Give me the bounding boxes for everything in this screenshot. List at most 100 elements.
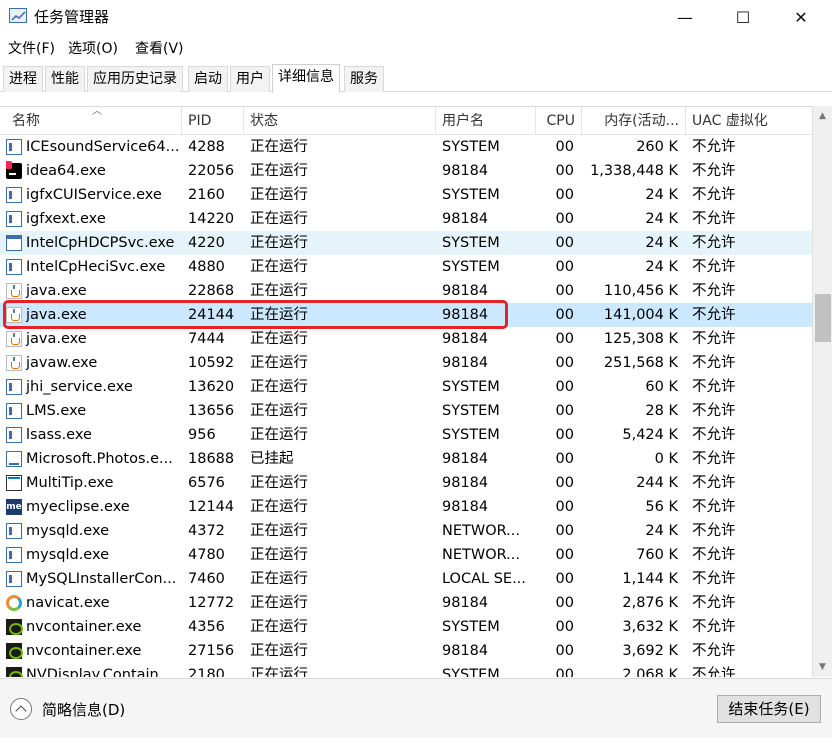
process-pid: 4372 [188, 523, 225, 539]
tab-details[interactable]: 详细信息 [272, 64, 340, 93]
process-status: 正在运行 [250, 235, 308, 251]
title-bar: 任务管理器 — ☐ ✕ [0, 0, 832, 34]
process-uac: 不允许 [692, 259, 736, 275]
tab-services[interactable]: 服务 [344, 66, 384, 92]
scroll-down-icon[interactable]: ▼ [813, 657, 832, 677]
process-name-cell: me myeclipse.exe [6, 495, 182, 519]
process-pid: 4220 [188, 235, 225, 251]
table-row[interactable]: nvcontainer.exe 27156 正在运行 98184 00 3,692 K 不允… [0, 639, 812, 663]
process-name: jhi_service.exe [26, 379, 133, 395]
process-name-cell: java.exe [6, 279, 182, 303]
process-uac: 不允许 [692, 547, 736, 563]
process-memory: 24 K [645, 187, 678, 203]
column-header-status[interactable]: 状态 [244, 107, 436, 135]
column-header-uac[interactable]: UAC 虚拟化 [686, 107, 812, 135]
table-row[interactable]: java.exe 24144 正在运行 98184 00 141,004 K 不允许 [0, 303, 812, 327]
table-row[interactable]: MultiTip.exe 6576 正在运行 98184 00 244 K 不允许 [0, 471, 812, 495]
nvidia-icon [6, 667, 23, 677]
process-pid: 13656 [188, 403, 235, 419]
table-row[interactable]: jhi_service.exe 13620 正在运行 SYSTEM 00 60 K 不允许 [0, 375, 812, 399]
process-uac: 不允许 [692, 427, 736, 443]
maximize-button[interactable]: ☐ [712, 0, 774, 34]
close-button[interactable]: ✕ [770, 0, 832, 34]
table-row[interactable]: navicat.exe 12772 正在运行 98184 00 2,876 K 不允许 [0, 591, 812, 615]
process-name: java.exe [26, 307, 87, 323]
table-row[interactable]: LMS.exe 13656 正在运行 SYSTEM 00 28 K 不允许 [0, 399, 812, 423]
table-row[interactable]: ICEsoundService64... 4288 正在运行 SYSTEM 00 260 … [0, 135, 812, 159]
process-cpu: 00 [555, 379, 574, 395]
process-cpu: 00 [555, 235, 574, 251]
process-user: 98184 [442, 163, 489, 179]
process-name: igfxext.exe [26, 211, 106, 227]
process-uac: 不允许 [692, 187, 736, 203]
myeclipse-icon: me [6, 499, 22, 515]
tab-app-history[interactable]: 应用历史记录 [87, 66, 183, 92]
table-row[interactable]: javaw.exe 10592 正在运行 98184 00 251,568 K 不允许 [0, 351, 812, 375]
menu-file[interactable]: 文件(F) [8, 38, 55, 58]
process-pid: 4356 [188, 619, 225, 635]
process-user: 98184 [442, 499, 489, 515]
process-pid: 7460 [188, 571, 225, 587]
menu-view[interactable]: 查看(V) [135, 38, 184, 58]
table-row[interactable]: mysqld.exe 4780 正在运行 NETWOR... 00 760 K 不允许 [0, 543, 812, 567]
tab-users[interactable]: 用户 [230, 66, 270, 92]
scroll-up-icon[interactable]: ▲ [813, 106, 832, 126]
process-name-cell: lsass.exe [6, 423, 182, 447]
table-row[interactable]: lsass.exe 956 正在运行 SYSTEM 00 5,424 K 不允许 [0, 423, 812, 447]
menu-options[interactable]: 选项(O) [68, 38, 118, 58]
table-row[interactable]: me myeclipse.exe 12144 正在运行 98184 00 56 K 不允许 [0, 495, 812, 519]
table-row[interactable]: NVDisplay.Contain... 2180 正在运行 SYSTEM 00 2,06… [0, 663, 812, 677]
process-user: 98184 [442, 475, 489, 491]
process-cpu: 00 [555, 331, 574, 347]
scroll-thumb[interactable] [815, 294, 831, 342]
table-row[interactable]: java.exe 7444 正在运行 98184 00 125,308 K 不允许 [0, 327, 812, 351]
process-user: SYSTEM [442, 259, 500, 275]
process-pid: 10592 [188, 355, 235, 371]
footer-bar: 简略信息(D) 结束任务(E) [0, 678, 832, 738]
process-cpu: 00 [555, 187, 574, 203]
multitip-icon [6, 475, 22, 491]
table-row[interactable]: IntelCpHeciSvc.exe 4880 正在运行 SYSTEM 00 24 K 不允… [0, 255, 812, 279]
table-row[interactable]: nvcontainer.exe 4356 正在运行 SYSTEM 00 3,632 K 不允… [0, 615, 812, 639]
process-cpu: 00 [555, 475, 574, 491]
table-row[interactable]: Microsoft.Photos.e... 18688 已挂起 98184 00 0 K 不… [0, 447, 812, 471]
table-row[interactable]: IntelCpHDCPSvc.exe 4220 正在运行 SYSTEM 00 24 K 不允… [0, 231, 812, 255]
vertical-scrollbar[interactable]: ▲ ▼ [812, 106, 832, 677]
table-row[interactable]: mysqld.exe 4372 正在运行 NETWOR... 00 24 K 不允许 [0, 519, 812, 543]
column-header-memory[interactable]: 内存(活动... [582, 107, 686, 135]
process-name: mysqld.exe [26, 523, 110, 539]
column-header-cpu[interactable]: CPU [536, 107, 582, 135]
end-task-button[interactable]: 结束任务(E) [717, 695, 821, 723]
tab-performance[interactable]: 性能 [45, 66, 85, 92]
process-memory: 60 K [645, 379, 678, 395]
fewer-details-link[interactable]: 简略信息(D) [42, 699, 125, 720]
column-header-name[interactable]: 名称 ︿ [6, 107, 182, 135]
tab-processes[interactable]: 进程 [3, 66, 43, 92]
process-uac: 不允许 [692, 139, 736, 155]
process-name-cell: igfxCUIService.exe [6, 183, 182, 207]
process-pid: 22056 [188, 163, 235, 179]
java-icon [6, 283, 22, 299]
process-status: 正在运行 [250, 139, 308, 155]
column-header-user[interactable]: 用户名 [436, 107, 536, 135]
table-row[interactable]: java.exe 22868 正在运行 98184 00 110,456 K 不允许 [0, 279, 812, 303]
service-icon [6, 571, 22, 587]
process-name-cell: java.exe [6, 327, 182, 351]
process-name: NVDisplay.Contain... [26, 667, 173, 677]
service-icon [6, 547, 22, 563]
column-header-pid[interactable]: PID [182, 107, 244, 135]
java-icon [6, 355, 22, 371]
table-row[interactable]: igfxext.exe 14220 正在运行 98184 00 24 K 不允许 [0, 207, 812, 231]
table-row[interactable]: MySQLInstallerCon... 7460 正在运行 LOCAL SE... 0… [0, 567, 812, 591]
java-icon [6, 331, 22, 347]
tab-startup[interactable]: 启动 [188, 66, 228, 92]
process-name: MySQLInstallerCon... [26, 571, 177, 587]
chevron-up-icon[interactable] [10, 698, 32, 720]
process-name-cell: idea64.exe [6, 159, 182, 183]
minimize-button[interactable]: — [654, 0, 716, 34]
process-status: 正在运行 [250, 595, 308, 611]
photos-icon [6, 451, 22, 467]
table-row[interactable]: idea64.exe 22056 正在运行 98184 00 1,338,448 K 不允许 [0, 159, 812, 183]
table-row[interactable]: igfxCUIService.exe 2160 正在运行 SYSTEM 00 24 K 不允… [0, 183, 812, 207]
process-memory: 2,876 K [622, 595, 678, 611]
